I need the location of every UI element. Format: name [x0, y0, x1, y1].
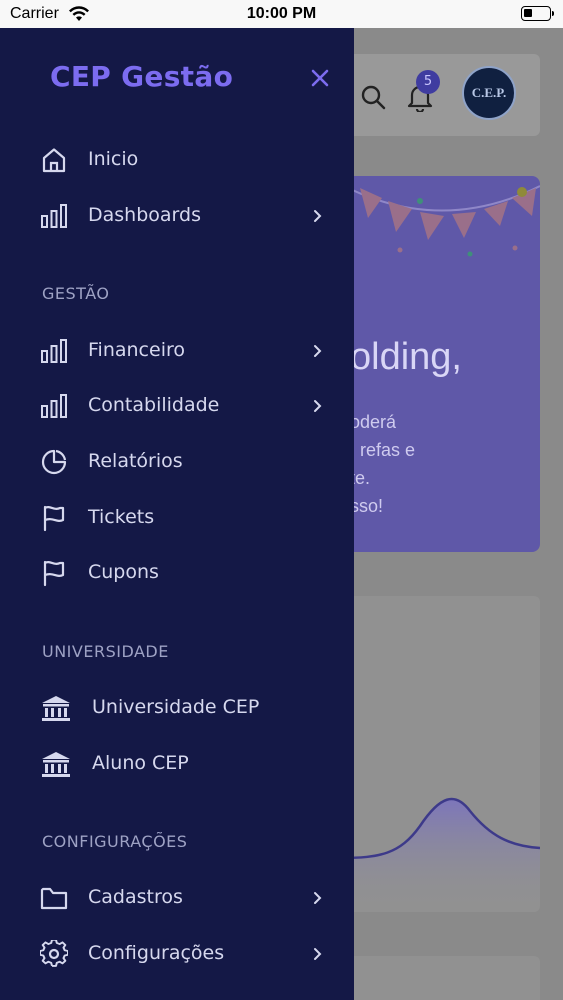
- welcome-banner: olding, poderá refas e nte. esso!: [340, 176, 540, 552]
- flag-icon: [40, 504, 68, 532]
- menu-item-label: Dashboards: [88, 204, 201, 226]
- chart-card: [340, 596, 540, 912]
- menu-item-universidade-cep[interactable]: Universidade CEP: [28, 685, 338, 731]
- notification-badge: 5: [416, 70, 440, 94]
- chevron-right-icon: [312, 208, 324, 224]
- menu-item-label: Cadastros: [88, 886, 183, 908]
- menu-item-label: Contabilidade: [88, 394, 220, 416]
- menu-item-configuracoes[interactable]: Configurações: [28, 931, 338, 977]
- pie-chart-icon: [40, 448, 68, 476]
- search-icon[interactable]: [360, 84, 386, 114]
- menu-item-cadastros[interactable]: Cadastros: [28, 875, 338, 921]
- bar-chart-icon: [40, 392, 68, 420]
- menu-item-label: Relatórios: [88, 450, 183, 472]
- menu-item-label: Financeiro: [88, 339, 185, 361]
- close-icon[interactable]: [306, 64, 334, 92]
- gear-icon: [39, 938, 69, 968]
- menu-item-label: Configurações: [88, 942, 225, 964]
- bunting-decoration: [340, 183, 540, 257]
- section-header-universidade: UNIVERSIDADE: [42, 642, 169, 661]
- bank-icon: [40, 694, 70, 722]
- menu-item-cupons[interactable]: Cupons: [28, 550, 338, 596]
- menu-item-contabilidade[interactable]: Contabilidade: [28, 383, 338, 429]
- battery-icon: [521, 6, 554, 21]
- menu-item-tickets[interactable]: Tickets: [28, 495, 338, 541]
- bank-icon: [40, 750, 70, 778]
- menu-item-label: Tickets: [88, 506, 155, 528]
- chevron-right-icon: [312, 343, 324, 359]
- banner-title: olding,: [350, 336, 462, 378]
- folder-icon: [40, 884, 68, 912]
- menu-item-relatorios[interactable]: Relatórios: [28, 439, 338, 485]
- status-bar: Carrier 10:00 PM: [0, 0, 563, 28]
- menu-item-financeiro[interactable]: Financeiro: [28, 328, 338, 374]
- chevron-right-icon: [312, 398, 324, 414]
- flag-icon: [40, 559, 68, 587]
- section-header-configuracoes: CONFIGURAÇÕES: [42, 832, 188, 851]
- drawer-title: CEP Gestão: [50, 60, 234, 93]
- bar-chart-icon: [40, 337, 68, 365]
- chevron-right-icon: [312, 890, 324, 906]
- chevron-right-icon: [312, 946, 324, 962]
- menu-item-inicio[interactable]: Inicio: [28, 137, 338, 183]
- navigation-drawer: CEP Gestão Inicio Dashboards GESTÃO Fina…: [0, 28, 354, 1000]
- banner-line: refas e: [360, 440, 416, 460]
- menu-item-label: Universidade CEP: [92, 696, 260, 718]
- menu-item-label: Aluno CEP: [92, 752, 189, 774]
- menu-item-label: Cupons: [88, 561, 159, 583]
- clock: 10:00 PM: [246, 5, 317, 22]
- bar-chart-icon: [40, 202, 68, 230]
- menu-item-aluno-cep[interactable]: Aluno CEP: [28, 741, 338, 787]
- home-icon: [40, 146, 68, 174]
- bottom-card: [340, 956, 540, 1000]
- menu-item-label: Inicio: [88, 148, 139, 170]
- menu-item-dashboards[interactable]: Dashboards: [28, 193, 338, 239]
- avatar[interactable]: C.E.P.: [462, 66, 516, 120]
- section-header-gestao: GESTÃO: [42, 284, 110, 303]
